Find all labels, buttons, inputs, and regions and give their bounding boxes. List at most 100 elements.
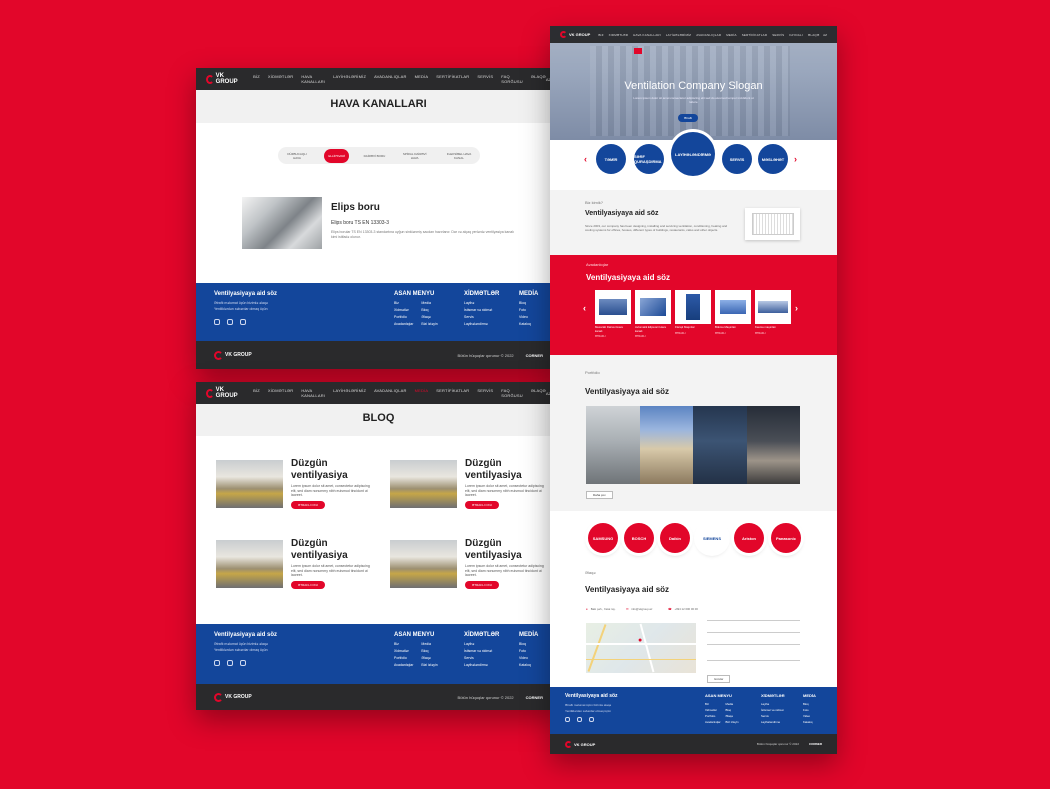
tab-rectangular[interactable]: DÜZBUCAQLI HAVA xyxy=(284,152,310,160)
blog-post-image[interactable] xyxy=(390,460,457,508)
linkedin-icon[interactable] xyxy=(240,660,246,666)
nav-link-projects[interactable]: LAYİHƏLƏRİMİZ xyxy=(333,388,366,398)
brand-logo-ariston[interactable]: Ariston xyxy=(734,523,764,553)
chevron-right-icon[interactable]: › xyxy=(795,303,798,313)
footer-link[interactable]: Layihə xyxy=(464,301,519,305)
product-card-link[interactable]: ƏTRAFLI xyxy=(715,332,751,335)
hero-button[interactable]: Ətraflı xyxy=(678,114,699,122)
read-more-button[interactable]: ƏTRAFLI OXU xyxy=(465,581,499,589)
footer-link[interactable]: İstismar və xidmət xyxy=(464,649,519,653)
site-logo[interactable]: VK GROUP xyxy=(206,387,239,399)
footer-link[interactable]: Bizi izləyin xyxy=(726,720,739,724)
read-more-button[interactable]: ƏTRAFLI OXU xyxy=(465,501,499,509)
chevron-left-icon[interactable]: ‹ xyxy=(583,303,586,313)
nav-link-ducts[interactable]: HAVA KANALLARI xyxy=(301,74,325,84)
footer-link[interactable]: Xidmətlər xyxy=(394,308,413,312)
footer-link[interactable]: Avadanlıqlar xyxy=(394,663,413,667)
nav-link-biz[interactable]: BIZ xyxy=(598,33,603,37)
footer-link[interactable]: Media xyxy=(421,642,437,646)
linkedin-icon[interactable] xyxy=(589,717,594,722)
footer-link[interactable]: Kataloq xyxy=(803,720,816,724)
footer-link[interactable]: Media xyxy=(421,301,437,305)
portfolio-gallery[interactable] xyxy=(586,406,800,484)
blog-post-image[interactable] xyxy=(216,540,283,588)
blog-post-title[interactable]: Düzgün ventilyasiya xyxy=(291,538,371,562)
nav-link-media[interactable]: MEDİA xyxy=(415,74,429,84)
portfolio-photo[interactable] xyxy=(586,406,640,484)
nav-link-services[interactable]: XIDMƏTLƏR xyxy=(609,33,628,37)
footer-link[interactable]: Biz xyxy=(394,301,413,305)
footer-link[interactable]: Avadanlıqlar xyxy=(394,322,413,326)
language-switch[interactable]: AZ xyxy=(823,33,827,37)
nav-link-certificates[interactable]: SERTİFİKATLAR xyxy=(436,388,469,398)
footer-link[interactable]: Media xyxy=(726,702,739,706)
read-more-button[interactable]: ƏTRAFLI OXU xyxy=(291,501,325,509)
nav-link-equipment[interactable]: AVADANLIQLAR xyxy=(696,33,721,37)
nav-link-service[interactable]: SERVİS xyxy=(477,388,493,398)
instagram-icon[interactable] xyxy=(227,319,233,325)
blog-post-image[interactable] xyxy=(216,460,283,508)
brand-logo-siemens[interactable]: SIEMENS xyxy=(697,523,727,553)
footer-link[interactable]: Biz xyxy=(705,702,721,706)
nav-link-equipment[interactable]: AVADANLIQLAR xyxy=(374,74,406,84)
product-card[interactable]: Mexaniki Dairəvi Hava kanalı ƏTRAFLI xyxy=(595,290,631,350)
footer-link[interactable]: Portfolio xyxy=(705,714,721,718)
footer-link[interactable]: Servis xyxy=(761,714,803,718)
footer-link[interactable]: Servis xyxy=(464,315,519,319)
portfolio-photo[interactable] xyxy=(746,406,800,484)
nav-link-faq[interactable]: FAYDALI xyxy=(789,33,803,37)
service-circle-active[interactable]: LAYİHƏLƏNDİRMƏ xyxy=(671,132,715,176)
footer-link[interactable]: Portfolio xyxy=(394,315,413,319)
product-card[interactable]: Avtomatik Elipsvari Hava kanalı ƏTRAFLI xyxy=(635,290,671,350)
facebook-icon[interactable] xyxy=(214,319,220,325)
footer-link[interactable]: Kataloq xyxy=(519,322,538,326)
form-field-message[interactable] xyxy=(707,651,800,661)
nav-link-faq[interactable]: FAQ SORĞUSU xyxy=(501,388,523,398)
footer-link[interactable]: Bloq xyxy=(421,308,437,312)
footer-link[interactable]: Servis xyxy=(464,656,519,660)
footer-link[interactable]: Video xyxy=(803,714,816,718)
form-field-email[interactable] xyxy=(707,627,800,633)
nav-link-services[interactable]: XİDMƏTLƏR xyxy=(268,388,293,398)
nav-link-contact[interactable]: ƏLAQƏ xyxy=(531,388,546,398)
portfolio-photo[interactable] xyxy=(639,406,693,484)
nav-link-faq[interactable]: FAQ SORĞUSU xyxy=(501,74,523,84)
facebook-icon[interactable] xyxy=(214,660,220,666)
footer-link[interactable]: Layihələndirmə xyxy=(464,322,519,326)
nav-link-ducts[interactable]: HAVA KANALLARI xyxy=(301,388,325,398)
chevron-right-icon[interactable]: › xyxy=(794,154,797,164)
footer-link[interactable]: Foto xyxy=(803,708,816,712)
blog-post-title[interactable]: Düzgün ventilyasiya xyxy=(291,458,371,482)
blog-post-title[interactable]: Düzgün ventilyasiya xyxy=(465,538,545,562)
nav-link-projects[interactable]: LAYİHƏLƏRİMİZ xyxy=(333,74,366,84)
facebook-icon[interactable] xyxy=(565,717,570,722)
location-map[interactable]: ● xyxy=(586,623,696,673)
nav-link-projects[interactable]: LAYİHƏLƏRİMİZ xyxy=(666,33,691,37)
footer-link[interactable]: Layihə xyxy=(464,642,519,646)
footer-link[interactable]: Layihələndirmə xyxy=(464,663,519,667)
product-card-link[interactable]: ƏTRAFLI xyxy=(595,335,631,338)
instagram-icon[interactable] xyxy=(227,660,233,666)
nav-link-media[interactable]: MEDİA xyxy=(726,33,737,37)
linkedin-icon[interactable] xyxy=(240,319,246,325)
footer-link[interactable]: Bloq xyxy=(519,301,538,305)
footer-link[interactable]: Kataloq xyxy=(519,663,538,667)
brand-logo-bosch[interactable]: BOSCH xyxy=(624,523,654,553)
footer-link[interactable]: Avadanlıqlar xyxy=(705,720,721,724)
nav-link-biz[interactable]: BİZ xyxy=(253,388,260,398)
service-circle[interactable]: SERVİS xyxy=(722,144,752,174)
nav-link-service[interactable]: SERVİS xyxy=(477,74,493,84)
product-card[interactable]: Kəsmə maşınları ƏTRAFLI xyxy=(755,290,791,350)
site-logo[interactable]: VK GROUP xyxy=(560,31,590,38)
footer-link[interactable]: İstismar və xidmət xyxy=(761,708,803,712)
brand-logo-panasonic[interactable]: Panasonic xyxy=(771,523,801,553)
form-field-phone[interactable] xyxy=(707,639,800,645)
service-circle[interactable]: TƏMİR xyxy=(596,144,626,174)
footer-link[interactable]: Portfolio xyxy=(394,656,413,660)
footer-link[interactable]: Bloq xyxy=(421,649,437,653)
footer-link[interactable]: Xidmətlər xyxy=(705,708,721,712)
tab-flexible[interactable]: FLEKSİBEL HAVA KANAL xyxy=(444,152,474,160)
footer-link[interactable]: Layihə xyxy=(761,702,803,706)
product-card[interactable]: Flanşlı Maşınlar ƏTRAFLI xyxy=(675,290,711,350)
service-circle[interactable]: MƏSLƏHƏT xyxy=(758,144,788,174)
